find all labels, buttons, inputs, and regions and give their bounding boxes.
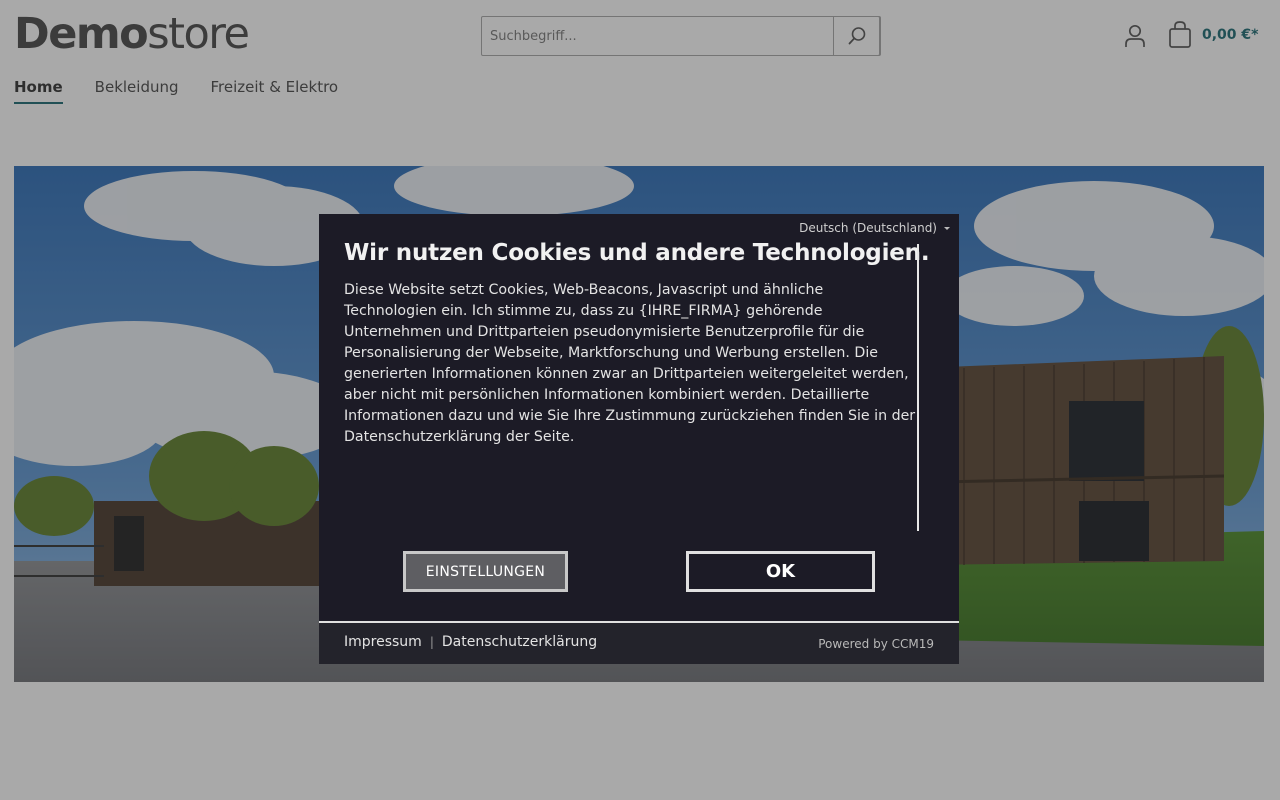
privacy-policy-link[interactable]: Datenschutzerklärung: [442, 634, 597, 650]
chevron-down-icon: [944, 227, 950, 230]
dialog-title: Wir nutzen Cookies und andere Technologi…: [344, 240, 930, 266]
powered-by-text[interactable]: Powered by CCM19: [818, 637, 934, 651]
footer-separator: |: [429, 635, 434, 649]
dialog-footer: Impressum | Datenschutzerklärung Powered…: [319, 621, 959, 664]
footer-links: Impressum | Datenschutzerklärung: [344, 634, 597, 650]
dialog-scrollbar[interactable]: [917, 244, 919, 531]
impressum-link[interactable]: Impressum: [344, 634, 422, 650]
language-select[interactable]: Deutsch (Deutschland): [799, 221, 937, 235]
ok-button[interactable]: OK: [686, 551, 875, 592]
settings-button[interactable]: EINSTELLUNGEN: [403, 551, 568, 592]
cookie-consent-dialog: Deutsch (Deutschland) Wir nutzen Cookies…: [319, 214, 959, 664]
dialog-body-text: Diese Website setzt Cookies, Web-Beacons…: [344, 282, 916, 445]
